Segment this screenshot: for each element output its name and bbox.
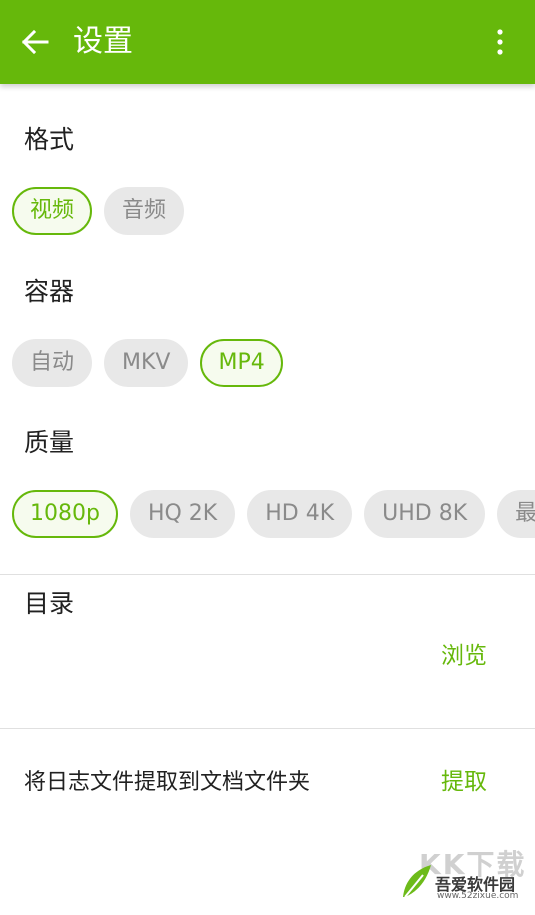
quality-option-hq-2k[interactable]: HQ 2K xyxy=(129,490,236,538)
leaf-icon xyxy=(403,865,431,898)
page-title: 设置 xyxy=(73,24,133,59)
more-options-button[interactable] xyxy=(477,20,523,64)
container-option-mp4[interactable]: MP4 xyxy=(200,339,283,387)
browse-button[interactable]: 浏览 xyxy=(441,639,487,673)
format-option-video[interactable]: 视频 xyxy=(12,187,93,235)
extract-button[interactable]: 提取 xyxy=(441,765,487,799)
container-section-title: 容器 xyxy=(24,277,75,306)
format-option-audio[interactable]: 音频 xyxy=(104,187,185,235)
watermark-url: www.52zixue.com xyxy=(437,891,519,901)
quality-option-hd-4k[interactable]: HD 4K xyxy=(247,490,353,538)
container-options: 自动 MKV MP4 xyxy=(12,339,283,387)
container-option-auto[interactable]: 自动 xyxy=(12,339,93,387)
back-button[interactable] xyxy=(12,20,58,64)
quality-options: 1080p HQ 2K HD 4K UHD 8K 最好 xyxy=(12,490,535,538)
watermark-logo: KK下载 吾爱软件园 www.52zixue.com xyxy=(399,847,527,907)
more-vertical-icon xyxy=(497,29,503,55)
app-bar: 设置 xyxy=(0,0,535,84)
quality-option-uhd-8k[interactable]: UHD 8K xyxy=(364,490,486,538)
divider xyxy=(0,574,535,575)
settings-screen: 设置 格式 视频 音频 容器 自动 MKV MP4 质量 1080p HQ 2K… xyxy=(0,0,535,915)
directory-section-title: 目录 xyxy=(24,589,75,618)
quality-option-1080p[interactable]: 1080p xyxy=(12,490,118,538)
format-options: 视频 音频 xyxy=(12,187,185,235)
container-option-mkv[interactable]: MKV xyxy=(104,339,189,387)
format-section-title: 格式 xyxy=(24,125,75,154)
arrow-left-icon xyxy=(21,29,49,55)
quality-option-best[interactable]: 最好 xyxy=(497,490,535,538)
divider xyxy=(0,728,535,729)
extract-log-label: 将日志文件提取到文档文件夹 xyxy=(24,770,311,795)
quality-section-title: 质量 xyxy=(24,428,75,457)
